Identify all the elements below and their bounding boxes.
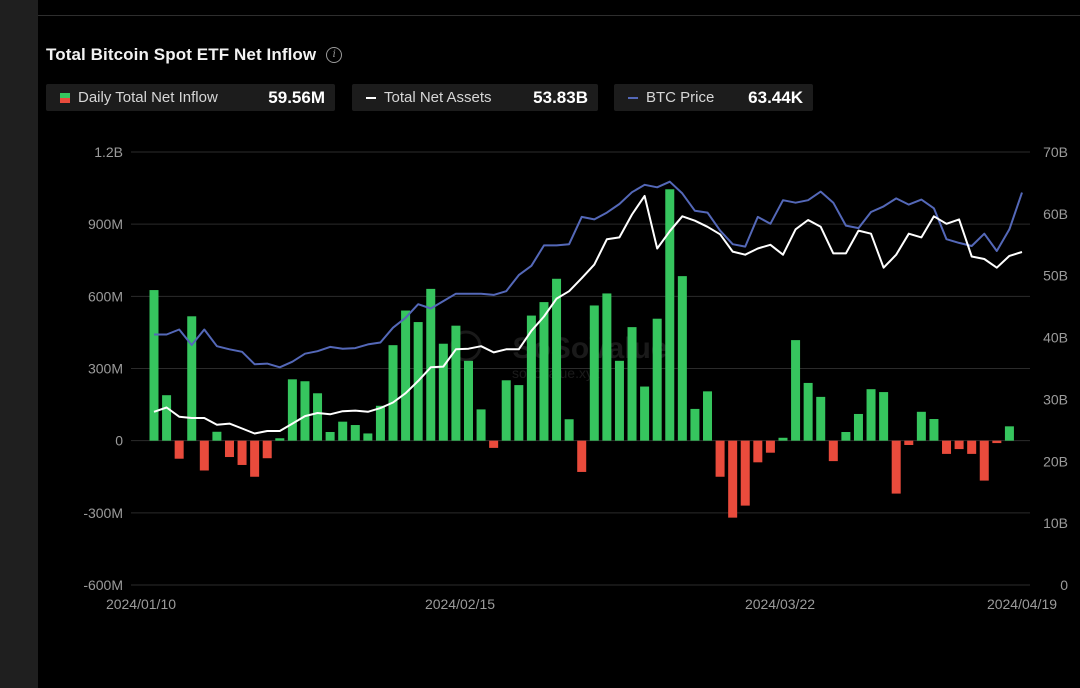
- inflow-bar: [1004, 426, 1014, 441]
- inflow-bar: [942, 440, 952, 454]
- inflow-bar: [778, 437, 788, 441]
- inflow-bar: [853, 413, 863, 441]
- right-axis-tick-label: 40B: [1043, 330, 1068, 346]
- inflow-bar: [187, 316, 197, 441]
- inflow-bar: [677, 276, 687, 441]
- inflow-bar: [438, 343, 448, 441]
- x-axis-tick-label: 2024/02/15: [425, 596, 495, 612]
- inflow-bar: [199, 440, 209, 471]
- inflow-bar: [401, 310, 411, 441]
- inflow-bar: [577, 440, 587, 472]
- inflow-bar: [891, 440, 901, 494]
- inflow-bar: [703, 391, 713, 441]
- x-axis-tick-label: 2024/04/19: [987, 596, 1057, 612]
- inflow-bar: [753, 440, 763, 463]
- inflow-bar: [501, 380, 511, 441]
- inflow-bar: [879, 392, 889, 441]
- inflow-bar: [866, 389, 876, 441]
- inflow-bar: [325, 432, 335, 441]
- inflow-bar: [262, 440, 272, 459]
- inflow-bar: [338, 421, 348, 441]
- inflow-bar: [589, 305, 599, 441]
- left-axis-tick-label: -600M: [83, 577, 123, 593]
- inflow-bar: [388, 345, 398, 441]
- inflow-bar: [451, 325, 461, 441]
- inflow-bar: [640, 386, 650, 441]
- inflow-bar: [539, 302, 549, 441]
- inflow-bar: [300, 381, 310, 441]
- inflow-bar: [363, 433, 373, 441]
- inflow-bar: [803, 382, 813, 441]
- inflow-bar: [954, 440, 964, 450]
- inflow-bar: [287, 379, 297, 441]
- right-axis-tick-label: 50B: [1043, 268, 1068, 284]
- inflow-bar: [489, 440, 499, 448]
- right-axis-tick-label: 0: [1060, 577, 1068, 593]
- inflow-bar: [690, 408, 700, 441]
- inflow-bar: [514, 385, 524, 441]
- inflow-bar: [149, 290, 159, 441]
- inflow-bar: [765, 440, 775, 453]
- left-axis-tick-label: 1.2B: [94, 144, 123, 160]
- right-axis-tick-label: 10B: [1043, 515, 1068, 531]
- inflow-bar: [602, 293, 612, 441]
- left-axis-tick-label: -300M: [83, 505, 123, 521]
- x-axis-tick-label: 2024/03/22: [745, 596, 815, 612]
- inflow-bar: [350, 425, 360, 441]
- right-axis-tick-label: 20B: [1043, 453, 1068, 469]
- inflow-bar: [224, 440, 234, 458]
- inflow-bar: [992, 440, 1002, 444]
- inflow-bar: [841, 432, 851, 441]
- inflow-bar: [627, 327, 637, 441]
- inflow-bar: [375, 405, 385, 441]
- inflow-bar: [979, 440, 989, 481]
- inflow-bar: [791, 340, 801, 441]
- inflow-bar: [564, 419, 574, 441]
- left-axis-tick-label: 900M: [88, 216, 123, 232]
- x-axis-tick-label: 2024/01/10: [106, 596, 176, 612]
- left-axis-tick-label: 300M: [88, 361, 123, 377]
- chart-canvas: SoSoValuesosovalue.xyz -600M-300M0300M60…: [83, 144, 1068, 612]
- inflow-bar: [916, 411, 926, 441]
- inflow-bar: [740, 440, 750, 506]
- inflow-bar: [904, 440, 914, 445]
- inflow-bar: [237, 440, 247, 465]
- line-layer: [153, 180, 1023, 435]
- inflow-bar: [463, 360, 473, 441]
- right-axis-tick-label: 70B: [1043, 144, 1068, 160]
- right-axis-tick-label: 30B: [1043, 391, 1068, 407]
- inflow-bar: [614, 360, 624, 441]
- right-axis-tick-label: 60B: [1043, 206, 1068, 222]
- inflow-bar: [476, 409, 486, 441]
- left-axis-tick-label: 0: [115, 433, 123, 449]
- inflow-bar: [828, 440, 838, 462]
- inflow-bar: [212, 431, 222, 441]
- inflow-bar: [174, 440, 184, 459]
- inflow-bar: [728, 440, 738, 518]
- inflow-bar: [929, 419, 939, 441]
- inflow-bar: [162, 395, 172, 441]
- inflow-bar: [275, 438, 285, 441]
- inflow-bar: [313, 393, 323, 441]
- inflow-bar: [652, 318, 662, 441]
- inflow-bar: [816, 396, 826, 441]
- inflow-bar: [715, 440, 725, 477]
- inflow-bar: [426, 288, 436, 441]
- inflow-bar: [967, 440, 977, 454]
- total-net-assets-line: [153, 194, 1023, 435]
- inflow-bar: [250, 440, 260, 477]
- left-axis-tick-label: 600M: [88, 288, 123, 304]
